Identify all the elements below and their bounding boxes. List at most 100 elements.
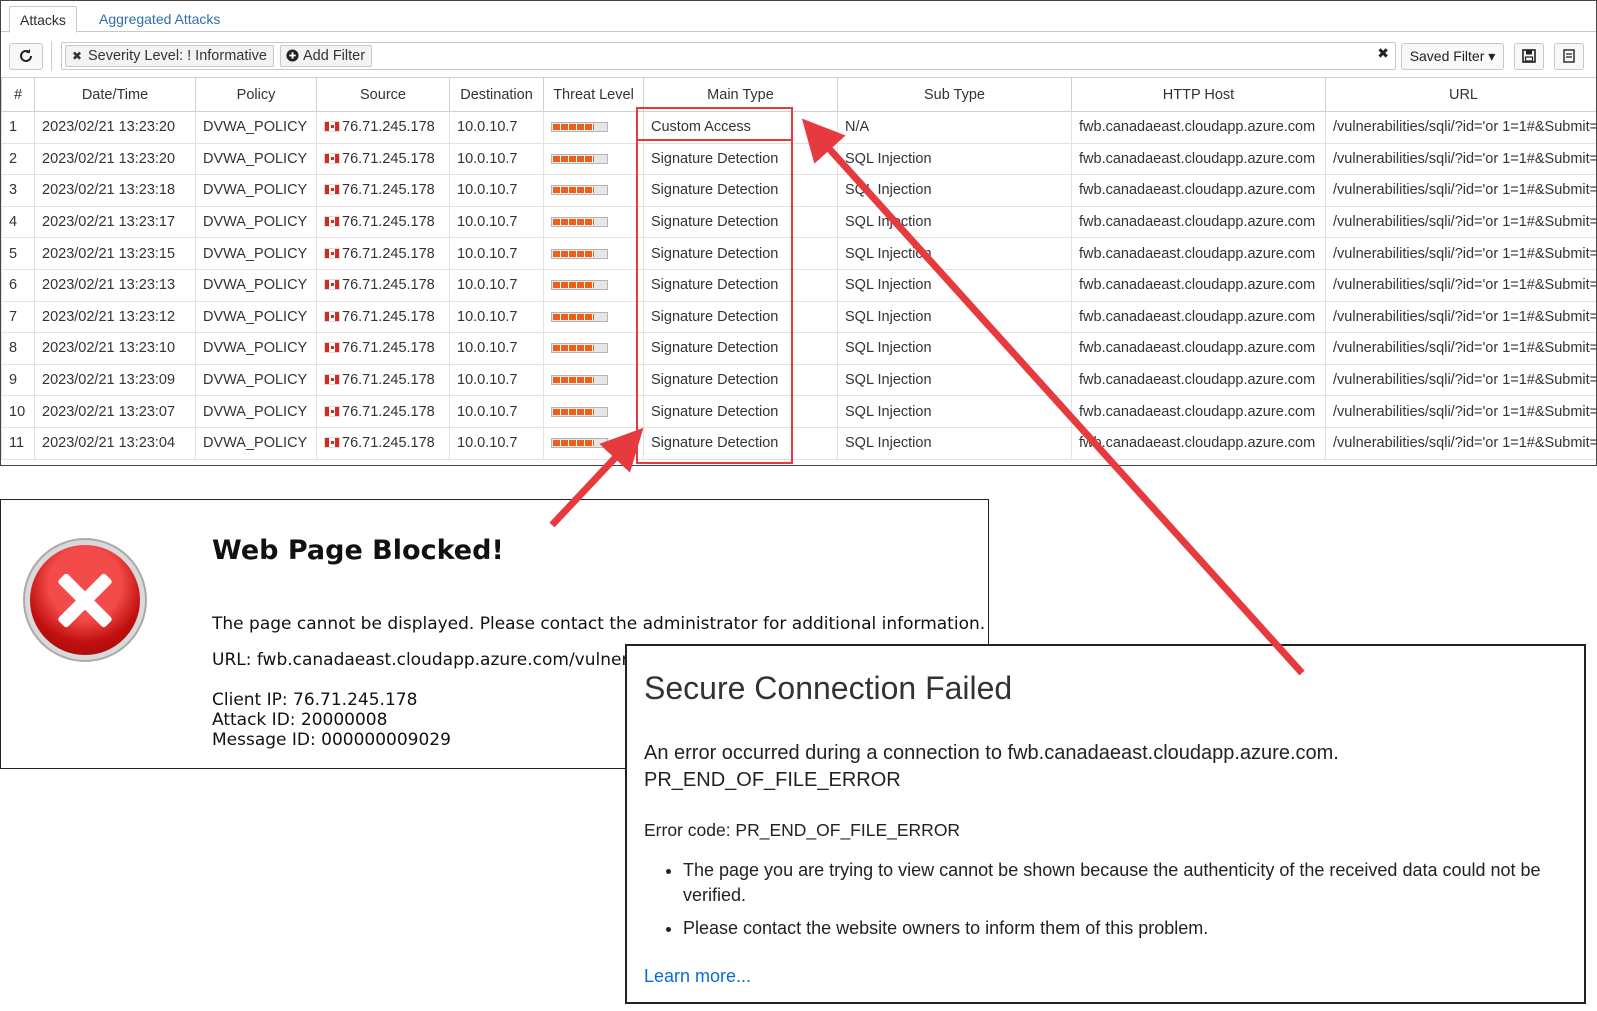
row-source: 76.71.245.178: [316, 111, 450, 144]
source-ip: 76.71.245.178: [342, 403, 435, 420]
canada-flag-icon: [324, 310, 340, 322]
row-url: /vulnerabilities/sqli/?id='or 1=1#&Submi…: [1325, 332, 1596, 365]
tab-aggregated-attacks[interactable]: Aggregated Attacks: [89, 6, 230, 33]
column-header-threat-level[interactable]: Threat Level: [543, 77, 644, 112]
row-datetime: 2023/02/21 13:23:20: [34, 142, 196, 176]
threat-level-bar: [551, 122, 608, 133]
tab-attacks[interactable]: Attacks: [9, 6, 77, 33]
table-row[interactable]: 8 2023/02/21 13:23:10 DVWA_POLICY 76.71.245…: [1, 332, 1596, 365]
threat-level-bar: [551, 311, 608, 322]
row-main-type: Signature Detection: [643, 395, 838, 428]
row-policy: DVWA_POLICY: [195, 111, 317, 144]
table-row[interactable]: 11 2023/02/21 13:23:04 DVWA_POLICY 76.71.24…: [1, 426, 1596, 460]
source-ip: 76.71.245.178: [342, 277, 435, 294]
threat-level-bar: [551, 406, 608, 417]
row-destination: 10.0.10.7: [449, 426, 544, 460]
row-http-host: fwb.canadaeast.cloudapp.azure.com: [1071, 174, 1326, 207]
add-filter-label: Add Filter: [303, 48, 366, 64]
row-datetime: 2023/02/21 13:23:17: [34, 205, 196, 239]
clear-filter-icon[interactable]: ✖: [1377, 45, 1389, 62]
column-header-sub-type[interactable]: Sub Type: [837, 77, 1072, 112]
threat-level-bar: [551, 217, 608, 228]
row-threat-level: [543, 142, 644, 176]
threat-level-bar: [551, 153, 608, 164]
row-threat-level: [543, 237, 644, 270]
row-number: 7: [1, 300, 35, 334]
column-header-url[interactable]: URL: [1325, 77, 1596, 112]
export-button[interactable]: [1554, 43, 1584, 70]
row-policy: DVWA_POLICY: [195, 363, 317, 397]
canada-flag-icon: [324, 121, 340, 133]
row-url: /vulnerabilities/sqli/?id='or 1=1#&Submi…: [1325, 111, 1596, 144]
row-source: 76.71.245.178: [316, 332, 450, 365]
secure-error-bullets: The page you are trying to view cannot b…: [663, 858, 1573, 949]
table-row[interactable]: 7 2023/02/21 13:23:12 DVWA_POLICY 76.71.245…: [1, 300, 1596, 334]
severity-filter-chip[interactable]: ✖ Severity Level: ! Informative: [65, 45, 274, 67]
export-icon: [1562, 48, 1576, 64]
secure-error-code: Error code: PR_END_OF_FILE_ERROR: [644, 820, 961, 840]
save-button[interactable]: [1514, 43, 1544, 70]
threat-level-fill: [553, 219, 594, 226]
row-number: 5: [1, 237, 35, 270]
column-header-main-type[interactable]: Main Type: [643, 77, 838, 112]
row-threat-level: [543, 174, 644, 207]
column-header-http-host[interactable]: HTTP Host: [1071, 77, 1326, 112]
row-sub-type: SQL Injection: [837, 300, 1072, 334]
table-row[interactable]: 6 2023/02/21 13:23:13 DVWA_POLICY 76.71.245…: [1, 268, 1596, 302]
secure-error-title: Secure Connection Failed: [644, 670, 1013, 706]
row-http-host: fwb.canadaeast.cloudapp.azure.com: [1071, 363, 1326, 397]
threat-level-fill: [553, 313, 594, 320]
table-row[interactable]: 9 2023/02/21 13:23:09 DVWA_POLICY 76.71.245…: [1, 363, 1596, 397]
filter-bar[interactable]: ✖ Severity Level: ! Informative Add Filte…: [61, 42, 1396, 70]
saved-filter-dropdown[interactable]: Saved Filter ▾: [1401, 43, 1504, 70]
row-number: 4: [1, 205, 35, 239]
source-ip: 76.71.245.178: [342, 340, 435, 357]
row-threat-level: [543, 332, 644, 365]
column-header-policy[interactable]: Policy: [195, 77, 317, 112]
canada-flag-icon: [324, 216, 340, 228]
table-row[interactable]: 5 2023/02/21 13:23:15 DVWA_POLICY 76.71.245…: [1, 237, 1596, 270]
row-source: 76.71.245.178: [316, 237, 450, 270]
remove-filter-icon[interactable]: ✖: [70, 46, 84, 66]
column-header-source[interactable]: Source: [316, 77, 450, 112]
table-row[interactable]: 1 2023/02/21 13:23:20 DVWA_POLICY 76.71.245…: [1, 111, 1596, 144]
source-ip: 76.71.245.178: [342, 245, 435, 262]
column-header-number[interactable]: #: [1, 77, 35, 112]
row-number: 10: [1, 395, 35, 428]
row-threat-level: [543, 363, 644, 397]
threat-level-fill: [553, 282, 594, 289]
row-main-type: Signature Detection: [643, 142, 838, 176]
learn-more-link[interactable]: Learn more...: [644, 966, 751, 987]
source-ip: 76.71.245.178: [342, 308, 435, 325]
row-destination: 10.0.10.7: [449, 205, 544, 239]
row-url: /vulnerabilities/sqli/?id='or 1=1#&Submi…: [1325, 363, 1596, 397]
row-datetime: 2023/02/21 13:23:09: [34, 363, 196, 397]
row-source: 76.71.245.178: [316, 363, 450, 397]
canada-flag-icon: [324, 405, 340, 417]
row-main-type: Signature Detection: [643, 205, 838, 239]
row-destination: 10.0.10.7: [449, 395, 544, 428]
threat-level-fill: [553, 250, 594, 257]
table-row[interactable]: 10 2023/02/21 13:23:07 DVWA_POLICY 76.71.24…: [1, 395, 1596, 428]
table-row[interactable]: 3 2023/02/21 13:23:18 DVWA_POLICY 76.71.245…: [1, 174, 1596, 207]
row-threat-level: [543, 205, 644, 239]
table-row[interactable]: 4 2023/02/21 13:23:17 DVWA_POLICY 76.71.245…: [1, 205, 1596, 239]
row-main-type: Signature Detection: [643, 300, 838, 334]
add-filter-button[interactable]: Add Filter: [280, 45, 373, 67]
source-ip: 76.71.245.178: [342, 435, 435, 452]
threat-level-bar: [551, 438, 608, 449]
row-destination: 10.0.10.7: [449, 268, 544, 302]
row-destination: 10.0.10.7: [449, 332, 544, 365]
threat-level-bar: [551, 343, 608, 354]
row-main-type: Signature Detection: [643, 363, 838, 397]
column-header-datetime[interactable]: Date/Time: [34, 77, 196, 112]
threat-level-fill: [553, 377, 594, 384]
row-http-host: fwb.canadaeast.cloudapp.azure.com: [1071, 205, 1326, 239]
row-datetime: 2023/02/21 13:23:18: [34, 174, 196, 207]
refresh-button[interactable]: [9, 43, 43, 70]
column-header-destination[interactable]: Destination: [449, 77, 544, 112]
row-policy: DVWA_POLICY: [195, 174, 317, 207]
plus-circle-icon: [285, 46, 299, 66]
attack-log-body: 1 2023/02/21 13:23:20 DVWA_POLICY 76.71.245…: [1, 111, 1596, 460]
table-row[interactable]: 2 2023/02/21 13:23:20 DVWA_POLICY 76.71.245…: [1, 142, 1596, 176]
